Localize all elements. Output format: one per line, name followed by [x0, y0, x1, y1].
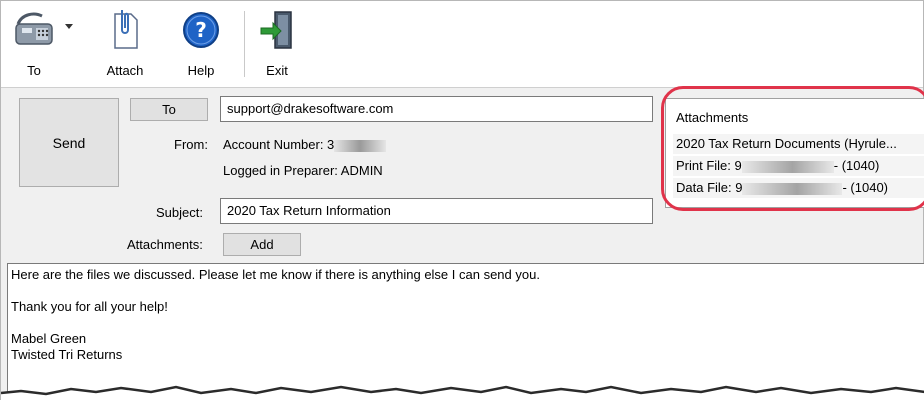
to-toolbar-label: To — [27, 63, 41, 78]
attachments-panel-title: Attachments — [676, 110, 749, 125]
attachment-suffix: - (1040) — [842, 180, 889, 195]
subject-label: Subject: — [156, 205, 203, 220]
to-button[interactable]: To — [130, 98, 208, 121]
torn-edge — [1, 385, 924, 401]
account-number-text: Account Number: 3 — [223, 137, 335, 152]
exit-toolbar-label: Exit — [266, 63, 288, 78]
attachment-item[interactable]: Data File: 9 - (1040) — [673, 178, 924, 198]
message-line: Thank you for all your help! — [11, 299, 168, 314]
subject-field[interactable]: 2020 Tax Return Information — [220, 198, 653, 224]
from-label: From: — [174, 137, 208, 152]
message-line: Mabel Green — [11, 331, 87, 346]
attachment-item[interactable]: Print File: 9 - (1040) — [673, 156, 924, 176]
svg-text:?: ? — [195, 18, 207, 42]
account-number: Account Number: 3 — [223, 137, 387, 152]
chevron-down-icon[interactable] — [65, 24, 73, 29]
toolbar: To Attach ? Help Exit — [1, 1, 923, 88]
attachments-panel: Attachments 2020 Tax Return Documents (H… — [665, 98, 924, 208]
to-field[interactable]: support@drakesoftware.com — [220, 96, 653, 122]
attachment-name: Data File: 9 — [676, 180, 743, 195]
attachment-suffix: - (1040) — [833, 158, 880, 173]
add-attachment-button[interactable]: Add — [223, 233, 301, 256]
message-line: Here are the files we discussed. Please … — [11, 267, 540, 282]
logged-in-preparer: Logged in Preparer: ADMIN — [223, 163, 383, 178]
message-line: Twisted Tri Returns — [11, 347, 123, 362]
email-window: To Attach ? Help Exit Send To support@dr… — [0, 0, 924, 401]
exit-toolbar-button[interactable]: Exit — [255, 5, 299, 83]
redacted-block — [334, 139, 387, 152]
attachment-name: Print File: 9 — [676, 158, 742, 173]
toolbar-separator — [244, 11, 245, 77]
attachments-label: Attachments: — [127, 237, 203, 252]
help-toolbar-button[interactable]: ? Help — [179, 5, 223, 83]
help-toolbar-label: Help — [187, 63, 215, 78]
to-toolbar-button[interactable]: To — [5, 5, 63, 83]
redacted-block — [742, 182, 843, 195]
exit-door-icon — [255, 5, 299, 55]
paperclip-document-icon — [103, 5, 147, 55]
send-button[interactable]: Send — [19, 98, 119, 187]
attach-toolbar-button[interactable]: Attach — [97, 5, 153, 83]
help-icon: ? — [179, 5, 223, 55]
attachment-item[interactable]: 2020 Tax Return Documents (Hyrule... — [673, 134, 924, 154]
fax-machine-icon — [12, 5, 56, 55]
attach-toolbar-label: Attach — [106, 63, 144, 78]
redacted-block — [741, 160, 834, 173]
